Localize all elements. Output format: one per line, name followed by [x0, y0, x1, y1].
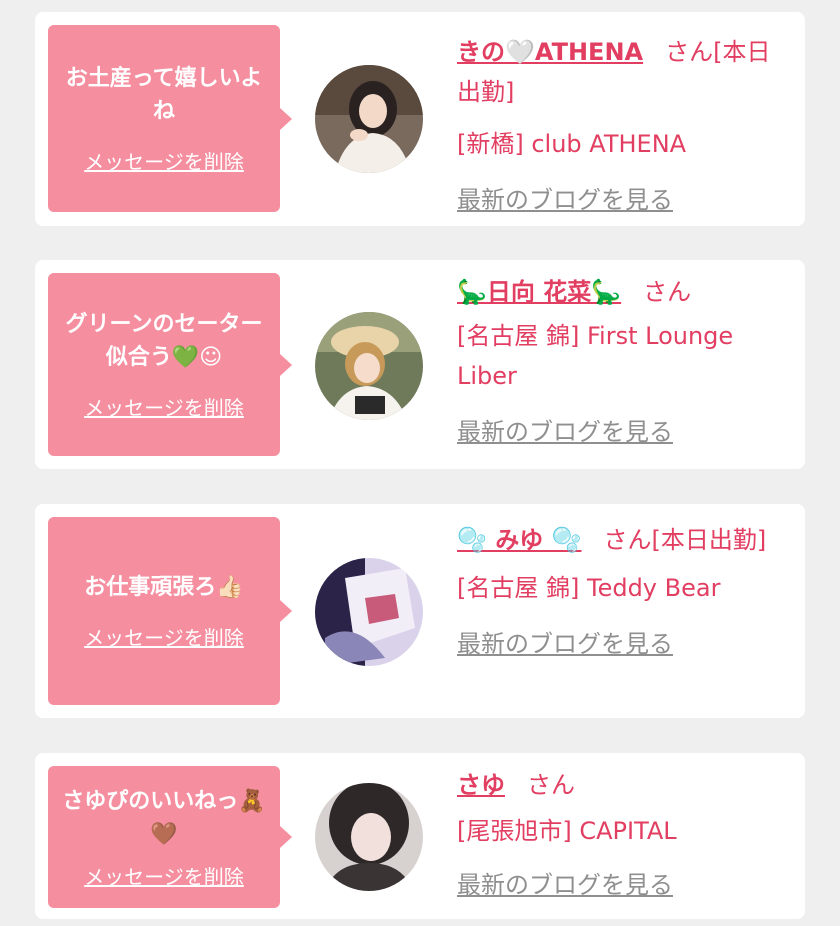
message-text: お仕事頑張ろ👍🏻 [84, 575, 244, 600]
latest-blog-link[interactable]: 最新のブログを見る [457, 186, 673, 214]
honorific-label: さん [643, 278, 692, 306]
delete-message-link[interactable]: メッセージを削除 [84, 146, 244, 175]
work-status: [本日出勤] [651, 526, 767, 554]
message-bubble: お土産って嬉しいよね メッセージを削除 [48, 25, 292, 212]
message-card: お仕事頑張ろ👍🏻 メッセージを削除 🫧 みゆ 🫧 さん[本日出勤] [名古屋 錦]… [35, 504, 805, 718]
message-bubble: お仕事頑張ろ👍🏻 メッセージを削除 [48, 517, 292, 705]
delete-message-link[interactable]: メッセージを削除 [84, 622, 244, 651]
delete-message-link[interactable]: メッセージを削除 [84, 861, 244, 890]
avatar[interactable] [315, 783, 423, 891]
message-bubble: グリーンのセーター似合う💚☺ メッセージを削除 [48, 273, 292, 456]
name-line: きの🤍ATHENA さん[本日出勤] [457, 32, 783, 112]
cast-info: 🫧 みゆ 🫧 さん[本日出勤] [名古屋 錦] Teddy Bear 最新のブログ… [457, 520, 783, 664]
latest-blog-link[interactable]: 最新のブログを見る [457, 630, 673, 658]
message-text: グリーンのセーター似合う💚☺ [65, 312, 263, 370]
shop-name: [名古屋 錦] First Lounge Liber [457, 322, 734, 390]
message-text: さゆぴのいいねっ🧸🤎 [62, 788, 266, 847]
name-line: 🦕日向 花菜🦕 さん [457, 272, 783, 312]
avatar[interactable] [315, 312, 423, 420]
message-text: お土産って嬉しいよね [65, 66, 263, 124]
cast-name-link[interactable]: さゆ [457, 771, 505, 799]
avatar[interactable] [315, 558, 423, 666]
latest-blog-link[interactable]: 最新のブログを見る [457, 418, 673, 446]
cast-name-link[interactable]: きの🤍ATHENA [457, 38, 643, 66]
shop-name: [新橋] club ATHENA [457, 130, 687, 158]
name-line: 🫧 みゆ 🫧 さん[本日出勤] [457, 520, 783, 560]
honorific-label: さん [603, 526, 652, 554]
cast-name-link[interactable]: 🫧 みゆ 🫧 [457, 526, 581, 554]
message-bubble: さゆぴのいいねっ🧸🤎 メッセージを削除 [48, 766, 292, 908]
honorific-label: さん [665, 38, 714, 66]
avatar[interactable] [315, 65, 423, 173]
name-line: さゆ さん [457, 765, 783, 805]
message-card: さゆぴのいいねっ🧸🤎 メッセージを削除 さゆ さん [尾張旭市] CAPITAL … [35, 753, 805, 919]
cast-info: きの🤍ATHENA さん[本日出勤] [新橋] club ATHENA 最新のブロ… [457, 32, 783, 220]
delete-message-link[interactable]: メッセージを削除 [84, 392, 244, 421]
cast-info: さゆ さん [尾張旭市] CAPITAL 最新のブログを見る [457, 765, 783, 905]
cast-name-link[interactable]: 🦕日向 花菜🦕 [457, 278, 621, 306]
message-card: お土産って嬉しいよね メッセージを削除 きの🤍ATHENA さん[本日出勤] [新… [35, 12, 805, 226]
latest-blog-link[interactable]: 最新のブログを見る [457, 871, 673, 899]
cast-info: 🦕日向 花菜🦕 さん [名古屋 錦] First Lounge Liber 最新の… [457, 272, 783, 452]
shop-name: [尾張旭市] CAPITAL [457, 817, 677, 845]
shop-name: [名古屋 錦] Teddy Bear [457, 574, 721, 602]
honorific-label: さん [527, 771, 575, 799]
message-card: グリーンのセーター似合う💚☺ メッセージを削除 🦕日向 花菜🦕 さん [名古屋 錦… [35, 260, 805, 469]
